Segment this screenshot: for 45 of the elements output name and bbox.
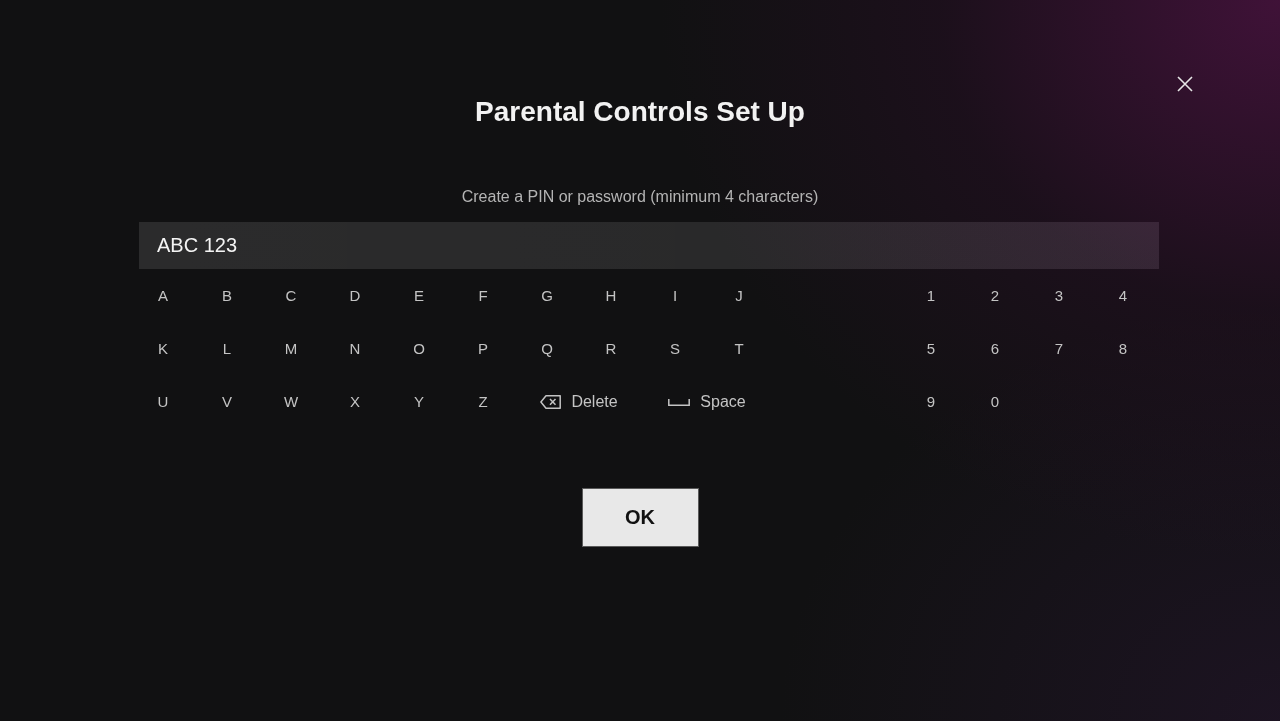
keyboard-key[interactable]: S [670,339,680,358]
backspace-icon [540,394,562,409]
keyboard-key[interactable]: J [735,286,743,305]
keyboard-key[interactable]: W [283,392,299,411]
pin-prompt: Create a PIN or password (minimum 4 characters) [460,187,820,207]
keyboard-key[interactable]: A [158,286,168,305]
keyboard-key[interactable]: 7 [1054,339,1064,358]
keyboard-key[interactable]: V [222,392,232,411]
keyboard-key[interactable]: Q [541,339,553,358]
keyboard-key[interactable]: 4 [1118,286,1128,305]
keyboard-key[interactable]: Z [478,392,488,411]
close-button[interactable] [1175,74,1195,94]
ok-button[interactable]: OK [581,488,699,547]
delete-key[interactable]: Delete [540,392,618,411]
keyboard-key[interactable]: 1 [926,286,936,305]
keyboard-key[interactable]: P [478,339,488,358]
space-bar-icon [668,399,691,406]
keyboard-key[interactable]: 6 [990,339,1000,358]
keyboard-key[interactable]: I [672,286,678,305]
keyboard-key[interactable]: D [349,286,361,305]
keyboard-key[interactable]: U [157,392,169,411]
keyboard-key[interactable]: 8 [1118,339,1128,358]
keyboard-key[interactable]: Y [414,392,424,411]
keyboard-key[interactable]: H [605,286,617,305]
keyboard-key[interactable]: 2 [990,286,1000,305]
dialog-title: Parental Controls Set Up [475,95,805,129]
keyboard-key[interactable]: L [222,339,232,358]
keyboard-key[interactable]: B [222,286,232,305]
keyboard-key[interactable]: G [541,286,553,305]
keyboard-key[interactable]: E [414,286,424,305]
keyboard-key[interactable]: N [349,339,361,358]
keyboard-key[interactable]: T [734,339,744,358]
space-key[interactable]: Space [668,392,746,411]
keyboard-key[interactable]: O [413,339,425,358]
keyboard-key[interactable]: 0 [990,392,1000,411]
keyboard-key[interactable]: R [605,339,617,358]
keyboard-key[interactable]: 5 [926,339,936,358]
keyboard-key[interactable]: F [478,286,488,305]
keyboard-key[interactable]: X [350,392,360,411]
keyboard-key[interactable]: 9 [926,392,936,411]
keyboard-key[interactable]: 3 [1054,286,1064,305]
keyboard-key[interactable]: K [158,339,168,358]
keyboard-key[interactable]: C [285,286,297,305]
close-icon [1177,76,1193,92]
keyboard-key[interactable]: M [284,339,298,358]
